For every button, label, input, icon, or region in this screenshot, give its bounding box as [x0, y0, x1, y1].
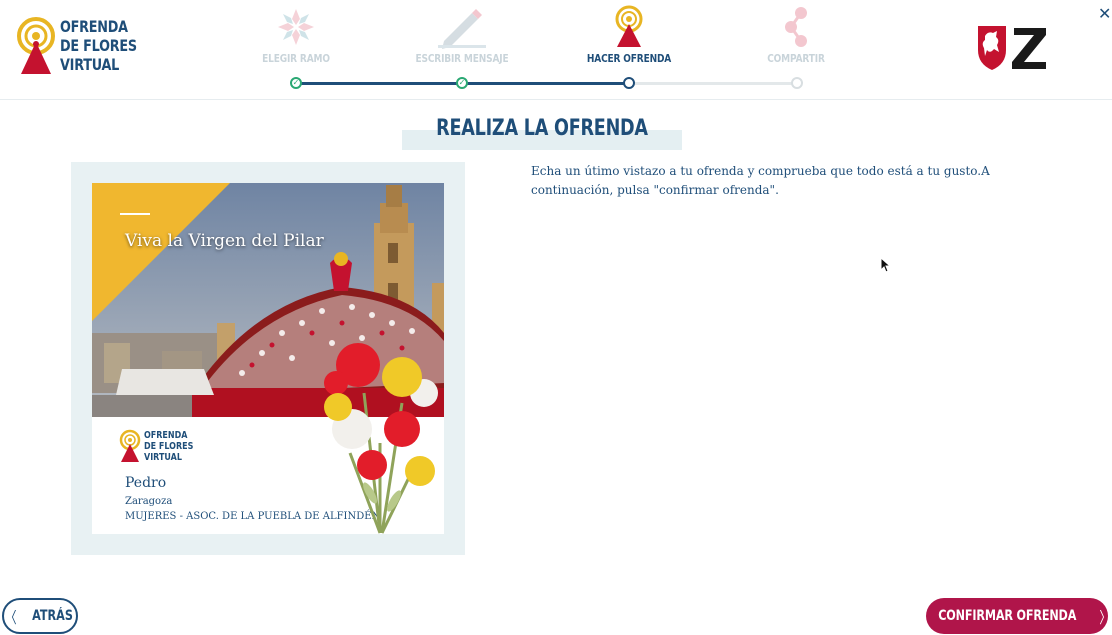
page-title: REALIZA LA OFRENDA — [436, 116, 648, 141]
pencil-icon — [438, 9, 486, 49]
step-label: COMPARTIR — [767, 52, 825, 65]
card-sender-city: Zaragoza — [125, 496, 173, 507]
step-compartir[interactable]: COMPARTIR — [731, 4, 861, 65]
instructions-text: Echa un útimo vistazo a tu ofrenda y com… — [531, 164, 990, 197]
ofrenda-card: Viva la Virgen del Pilar OFRENDA DE FLOR… — [92, 183, 444, 534]
card-logo-line-1: OFRENDA — [144, 429, 188, 441]
card-logo: OFRENDA DE FLORES VIRTUAL — [119, 429, 206, 463]
step-dot-current — [623, 77, 635, 89]
brand-name: OFRENDA DE FLORES VIRTUAL — [60, 17, 137, 74]
card-sender-name: Pedro — [125, 475, 167, 491]
step-escribir-mensaje[interactable]: ESCRIBIR MENSAJE — [397, 4, 527, 65]
chevron-right-icon: 〉 — [1099, 610, 1111, 627]
step-dot-done: ✓ — [456, 77, 468, 89]
progress-steps: ELEGIR RAMO ESCRIBIR MENSAJE HACER OFREN… — [240, 0, 860, 100]
brand-line-3: VIRTUAL — [60, 54, 120, 74]
header: OFRENDA DE FLORES VIRTUAL ELEGIR RAMO ES… — [0, 0, 1112, 100]
progress-track — [295, 82, 797, 85]
card-logo-line-2: DE FLORES — [144, 440, 194, 452]
page-title-wrap: REALIZA LA OFRENDA — [402, 116, 682, 150]
back-button[interactable]: 〈 ATRÁS — [2, 598, 78, 634]
chevron-left-icon: 〈 — [4, 610, 17, 627]
share-icon — [785, 7, 807, 47]
step-elegir-ramo[interactable]: ELEGIR RAMO — [231, 4, 361, 65]
flower-bouquet-icon — [278, 9, 314, 45]
zaragoza-logo-icon[interactable] — [976, 22, 1048, 72]
card-dash — [120, 213, 150, 215]
confirm-ofrenda-button[interactable]: CONFIRMAR OFRENDA 〉 — [926, 598, 1111, 634]
step-label: ESCRIBIR MENSAJE — [415, 52, 509, 65]
confirm-button-label: CONFIRMAR OFRENDA — [938, 608, 1076, 624]
card-logo-text: OFRENDA DE FLORES VIRTUAL — [144, 430, 193, 463]
step-hacer-ofrenda[interactable]: HACER OFRENDA — [564, 4, 694, 65]
ofrenda-logo-icon — [17, 17, 55, 74]
card-logo-line-3: VIRTUAL — [144, 451, 182, 463]
brand[interactable]: OFRENDA DE FLORES VIRTUAL — [16, 14, 156, 76]
mouse-cursor-icon — [880, 257, 890, 273]
step-dot-done: ✓ — [290, 77, 302, 89]
brand-line-2: DE FLORES — [60, 35, 137, 55]
step-label: ELEGIR RAMO — [262, 52, 330, 65]
step-dot-pending — [791, 77, 803, 89]
brand-line-1: OFRENDA — [60, 16, 128, 36]
card-message: Viva la Virgen del Pilar — [125, 231, 324, 251]
carnation-bouquet — [324, 343, 438, 534]
step-label: HACER OFRENDA — [586, 52, 672, 65]
ofrenda-icon — [615, 5, 643, 47]
back-button-label: ATRÁS — [31, 608, 73, 624]
ofrenda-logo-icon — [119, 429, 141, 462]
close-icon[interactable]: ✕ — [1098, 4, 1111, 24]
